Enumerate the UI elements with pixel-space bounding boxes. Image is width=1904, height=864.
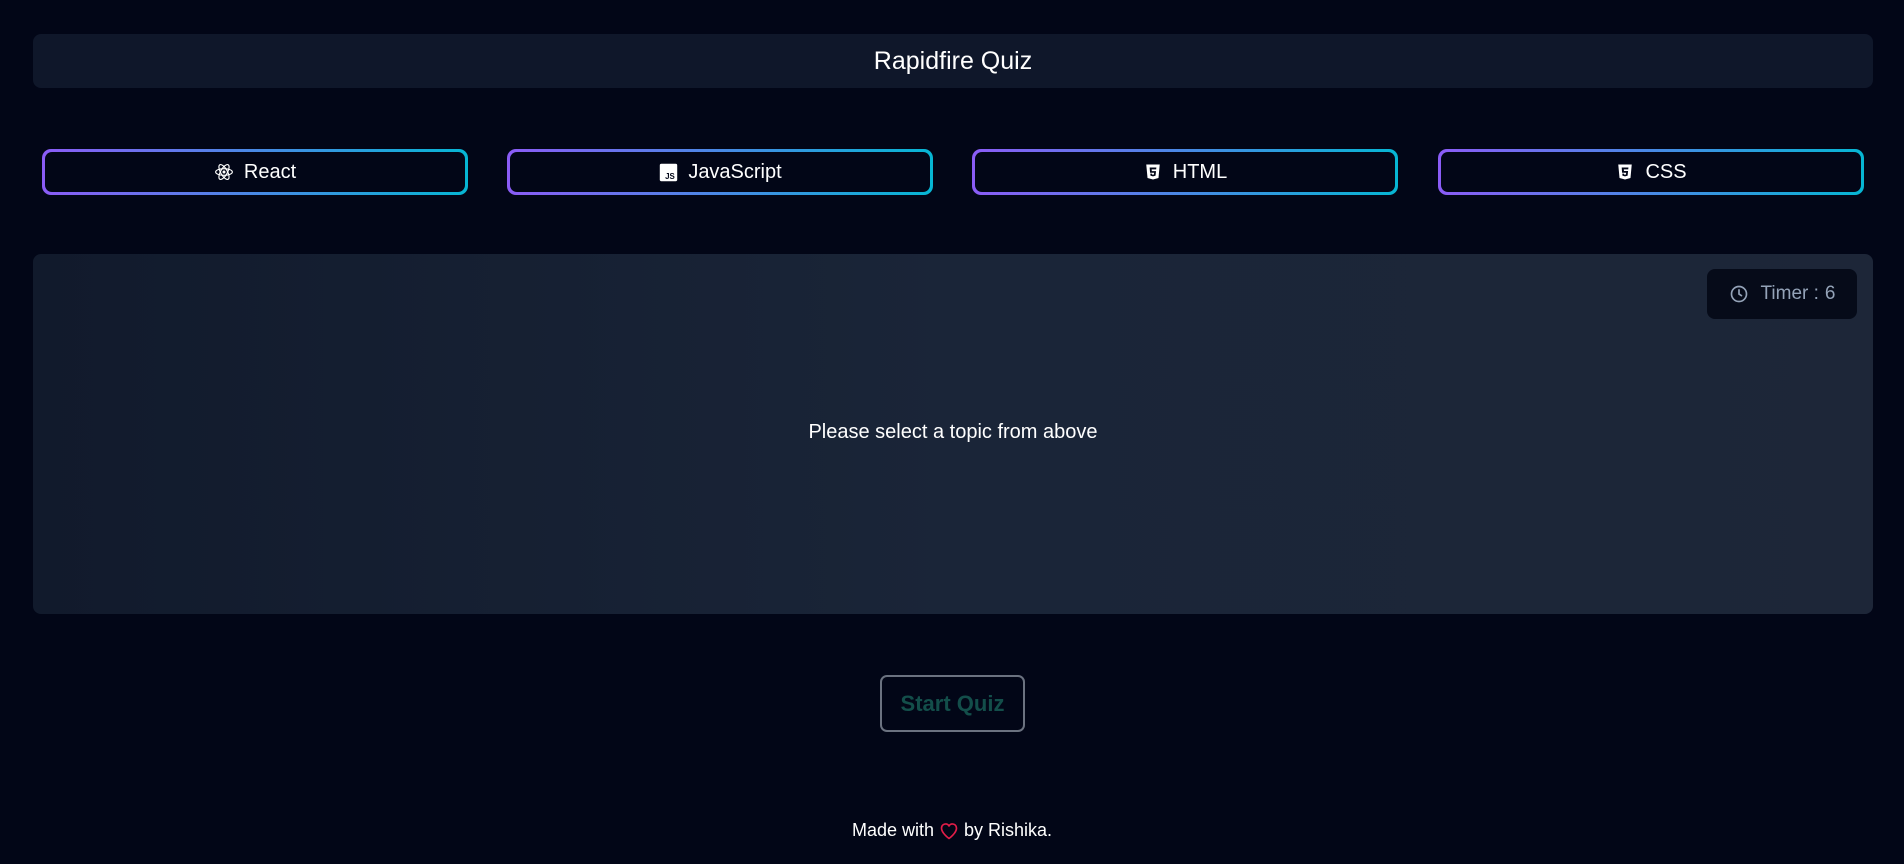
select-topic-prompt: Please select a topic from above	[808, 421, 1098, 443]
topic-selector: React JS JavaScript HTML CSS	[42, 149, 1864, 195]
app-title: Rapidfire Quiz	[873, 46, 1033, 75]
html5-icon	[1143, 162, 1163, 182]
timer-value: 6	[1824, 283, 1836, 304]
quiz-panel: Timer : 6 Please select a topic from abo…	[33, 254, 1873, 614]
react-icon	[214, 162, 234, 182]
topic-button-javascript[interactable]: JS JavaScript	[507, 149, 933, 195]
javascript-icon: JS	[658, 162, 678, 182]
footer-text-before: Made with	[851, 820, 934, 840]
topic-label: JavaScript	[688, 160, 782, 183]
app-header: Rapidfire Quiz	[33, 34, 1873, 88]
topic-button-react[interactable]: React	[42, 149, 468, 195]
topic-label: React	[243, 160, 297, 183]
topic-label: HTML	[1172, 160, 1228, 183]
timer-badge: Timer : 6	[1707, 269, 1857, 319]
start-quiz-button[interactable]: Start Quiz	[880, 675, 1025, 732]
clock-icon	[1729, 284, 1749, 304]
heart-icon	[939, 821, 959, 841]
footer-text-after: by Rishika.	[964, 820, 1053, 840]
footer: Made with by Rishika.	[0, 820, 1904, 841]
svg-text:JS: JS	[665, 171, 675, 180]
topic-button-css[interactable]: CSS	[1438, 149, 1864, 195]
css3-icon	[1615, 162, 1635, 182]
timer-label: Timer :	[1760, 283, 1819, 304]
topic-label: CSS	[1645, 160, 1687, 183]
topic-button-html[interactable]: HTML	[972, 149, 1398, 195]
